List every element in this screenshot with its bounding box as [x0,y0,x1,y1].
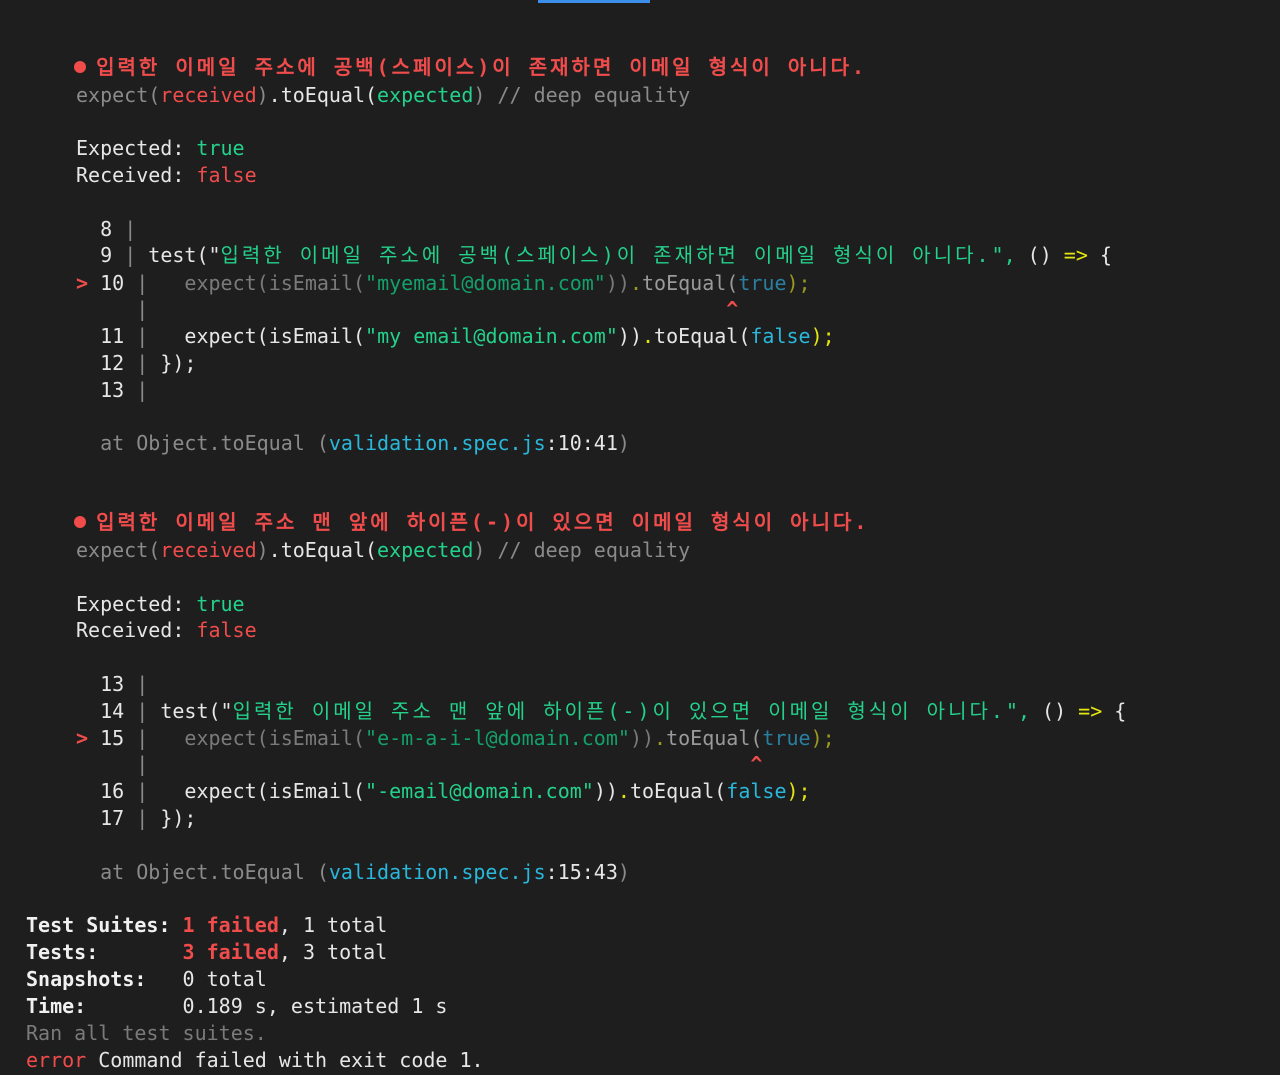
stack-file-link[interactable]: validation.spec.js [329,431,546,455]
error-line: error Command failed with exit code 1. [26,1048,484,1072]
code-line: 14 | test("입력한 이메일 주소 맨 앞에 하이픈(-)이 있으면 이… [100,699,1127,723]
code-line-error: > 15 | expect(isEmail("e-m-a-i-l@domain.… [76,726,835,750]
code-line: 17 | }); [100,806,197,830]
failure-title-1: 입력한 이메일 주소에 공백(스페이스)이 존재하면 이메일 형식이 아니다. [50,28,867,79]
expected-line-2: Expected: true [76,592,245,616]
code-line: 12 | }); [100,351,197,375]
summary-time: Time: 0.189 s, estimated 1 s [26,994,448,1018]
summary-suites: Test Suites: 1 failed, 1 total [26,913,388,937]
summary-ran: Ran all test suites. [26,1021,267,1045]
code-line: 13 | [100,378,149,402]
code-line: 8 | [100,217,137,241]
stack-trace-1: at Object.toEqual (validation.spec.js:10… [100,431,630,455]
fail-bullet-icon [74,61,87,73]
code-line: 13 | [100,672,149,696]
stack-trace-2: at Object.toEqual (validation.spec.js:15… [100,860,630,884]
code-line: 16 | expect(isEmail("-email@domain.com")… [100,779,811,803]
received-line-1: Received: false [76,163,257,187]
matcher-line-2: expect(received).toEqual(expected) // de… [76,538,691,562]
expected-line-1: Expected: true [76,136,245,160]
stack-file-link[interactable]: validation.spec.js [329,860,546,884]
received-line-2: Received: false [76,618,257,642]
code-line-caret: | ^ [136,297,739,321]
code-line-error: > 10 | expect(isEmail("myemail@domain.co… [76,271,811,295]
code-line: 9 | test("입력한 이메일 주소에 공백(스페이스)이 존재하면 이메일… [100,243,1112,267]
failure-title-2: 입력한 이메일 주소 맨 앞에 하이픈(-)이 있으면 이메일 형식이 아니다. [50,483,869,534]
code-line: 11 | expect(isEmail("my email@domain.com… [100,324,835,348]
summary-tests: Tests: 3 failed, 3 total [26,940,388,964]
fail-bullet-icon [74,516,87,528]
code-line-caret: | ^ [136,752,763,776]
active-tab-indicator [538,0,650,3]
summary-snapshots: Snapshots: 0 total [26,967,267,991]
matcher-line-1: expect(received).toEqual(expected) // de… [76,83,691,107]
